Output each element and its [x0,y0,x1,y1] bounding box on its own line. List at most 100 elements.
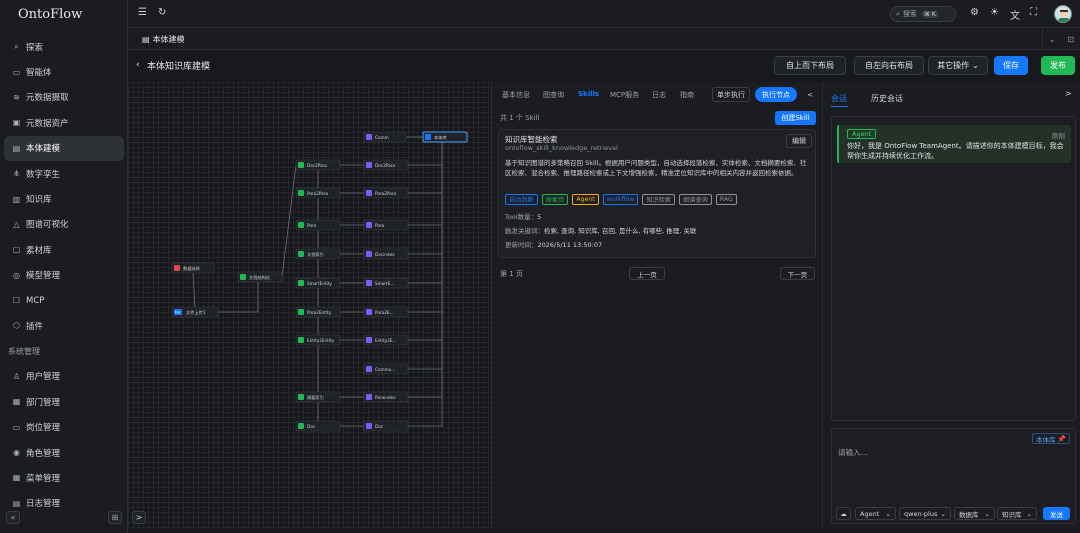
sidebar-item[interactable]: ▥ 知识库 [4,186,124,211]
skill-tag: 探索页 [541,194,569,205]
sidebar-item[interactable]: ▦ 菜单管理 [4,465,124,490]
workflow-node[interactable]: Docindex [363,248,409,260]
detail-tab[interactable]: Skills [578,90,599,98]
model-select[interactable]: qwen-plus ⌄ [899,507,951,520]
expand-chat-icon[interactable]: > [1065,89,1072,98]
chat-input[interactable]: 请输入... [838,447,868,458]
keywords-label: 触发关键词： [505,227,544,235]
other-actions-button[interactable]: 其它操作 ⌄ [928,56,988,75]
sidebar-item[interactable]: ▣ 元数据资产 [4,110,124,135]
keywords-row: 触发关键词：检索, 查询, 知识库, 召回, 是什么, 有哪些, 推理, 关联 [505,225,696,235]
edit-skill-button[interactable]: 编辑 [786,134,812,148]
detail-tab[interactable]: MCP服务 [610,90,639,100]
menu-icon[interactable]: ☰ [138,7,147,18]
skill-card[interactable]: 知识库智能检索 ontoflow_skill_knowledge_retriev… [498,129,816,258]
sidebar-item[interactable]: ▭ 智能体 [4,59,124,84]
settings-icon[interactable]: ⚙ [970,7,979,18]
workflow-edge [408,142,443,427]
workflow-node[interactable]: Doc2Para [363,159,409,171]
workflow-node[interactable]: Doc [295,420,341,432]
tab-ontology-modeling[interactable]: ▤ 本体建模 [138,28,189,50]
theme-icon[interactable]: ☀ [990,7,999,18]
detail-tab[interactable]: 日志 [652,90,666,100]
fullscreen-icon[interactable]: ⛶ [1030,7,1037,18]
workflow-node[interactable]: Comm [363,131,407,143]
sidebar-item[interactable]: ☐ MCP [4,288,124,313]
workflow-node[interactable]: Doc2Para [295,159,341,171]
workflow-node[interactable]: 数据选择 [171,262,215,274]
prev-page-button[interactable]: 上一页 [629,267,665,280]
workflow-node[interactable]: Doc [363,420,409,432]
workflow-node[interactable]: Entity2Entity [295,334,341,346]
step-run-button[interactable]: 单步执行 [712,87,750,102]
sidebar-item[interactable]: ◎ 模型管理 [4,263,124,288]
workflow-node[interactable]: SmartE... [363,277,409,289]
back-icon[interactable]: ‹ [136,60,140,70]
left-right-layout-button[interactable]: 自左向右布局 [854,56,924,75]
sidebar-item-label: MCP [26,295,45,306]
workflow-node[interactable]: Para [295,219,341,231]
workflow-node[interactable]: Para [363,219,409,231]
detail-tab[interactable]: 指南 [680,90,694,100]
avatar[interactable] [1054,5,1072,23]
detail-tab[interactable]: 图查询 [543,90,564,100]
collapse-sidebar-icon[interactable]: « [6,511,20,524]
send-button[interactable]: 发送 [1043,507,1070,520]
workflow-node[interactable]: 文档结构化 [237,271,283,283]
create-skill-button[interactable]: 创建Skill [775,111,816,125]
workflow-node[interactable]: Para2E... [363,306,409,318]
node-label: Entity2E... [375,338,397,343]
sidebar-item-label: 模型管理 [26,271,61,282]
workflow-node[interactable]: Commu... [363,363,409,375]
sidebar-item[interactable]: ▭ 岗位管理 [4,414,124,439]
workflow-node[interactable]: Entity2E... [363,334,409,346]
workflow-node[interactable]: Para2Para [363,187,409,199]
workflow-node[interactable]: SmartEntity [295,277,341,289]
scan-icon[interactable]: ⊡ [1067,35,1074,44]
workflow-node[interactable]: 本体库 [422,131,468,143]
publish-button[interactable]: 发布 [1041,56,1075,75]
run-node-button[interactable]: 执行节点 [755,87,797,102]
next-page-button[interactable]: 下一页 [780,267,815,280]
sidebar-item[interactable]: ▢ 素材库 [4,237,124,262]
workflow-node[interactable]: Para2Entity [295,306,341,318]
translate-icon[interactable]: 文 [1010,7,1020,22]
sidebar-item[interactable]: ♙ 用户管理 [4,364,124,389]
tab-session[interactable]: 会话 [831,93,847,104]
sidebar-item[interactable]: ◉ 角色管理 [4,440,124,465]
sidebar-item[interactable]: ▦ 部门管理 [4,389,124,414]
collapse-panel-icon[interactable]: < [804,87,816,102]
model-select-value: qwen-plus [904,509,938,518]
app-logo: OntoFlow [18,7,83,22]
search-box[interactable]: ⌕ 搜索 ⌘ K [890,6,956,22]
agent-select-value: Agent [860,509,880,518]
pin-icon[interactable]: ⊞ [108,511,122,524]
sidebar-item[interactable]: ≋ 元数据摄取 [4,85,124,110]
chevron-down-icon[interactable]: ⌄ [1049,35,1056,44]
sidebar-item[interactable]: ⋔ 数字孪生 [4,161,124,186]
refresh-icon[interactable]: ↻ [158,7,166,18]
database-select[interactable]: 数据库 ⌄ [954,507,995,520]
workflow-node[interactable]: 文档索引 [295,248,341,260]
keywords-value: 检索, 查询, 知识库, 召回, 是什么, 有哪些, 推理, 关联 [544,227,697,235]
sidebar-item[interactable]: △ 图谱可视化 [4,212,124,237]
sidebar-item[interactable]: ▤ 本体建模 [4,135,124,161]
workflow-node[interactable]: 摘要索引 [295,391,341,403]
workflow-node[interactable]: Paraindex [363,391,409,403]
workflow-canvas[interactable]: 数据选择 File 文件上传1 文档结构化 Doc2Para Para2Para Para 文… [128,82,491,528]
agent-select[interactable]: Agent ⌄ [855,507,896,520]
tab-history[interactable]: 历史会话 [871,93,903,104]
workflow-node[interactable]: File 文件上传1 [171,306,219,318]
sidebar-item[interactable]: ⬡ 插件 [4,313,124,338]
chat-input-box[interactable]: 请输入... 本体库 📌 ☁ Agent ⌄ qwen-plus ⌄ 数据库 ⌄ 知识库… [831,428,1076,524]
chat-panel: 会话 历史会话 > Agent 刚刚 你好，我是 OntoFlow TeamAg… [823,82,1080,528]
save-button[interactable]: 保存 [994,56,1028,75]
sidebar-item[interactable]: ⌕ 探索 [4,34,124,59]
expand-canvas-icon[interactable]: > [132,511,146,524]
top-down-layout-button[interactable]: 自上而下布局 [774,56,846,75]
detail-tab[interactable]: 基本信息 [502,90,530,100]
knowledge-select[interactable]: 知识库 ⌄ [997,507,1037,520]
upload-icon[interactable]: ☁ [836,507,851,520]
workflow-node[interactable]: Para2Para [295,187,341,199]
knowledge-base-badge[interactable]: 本体库 📌 [1032,433,1070,444]
